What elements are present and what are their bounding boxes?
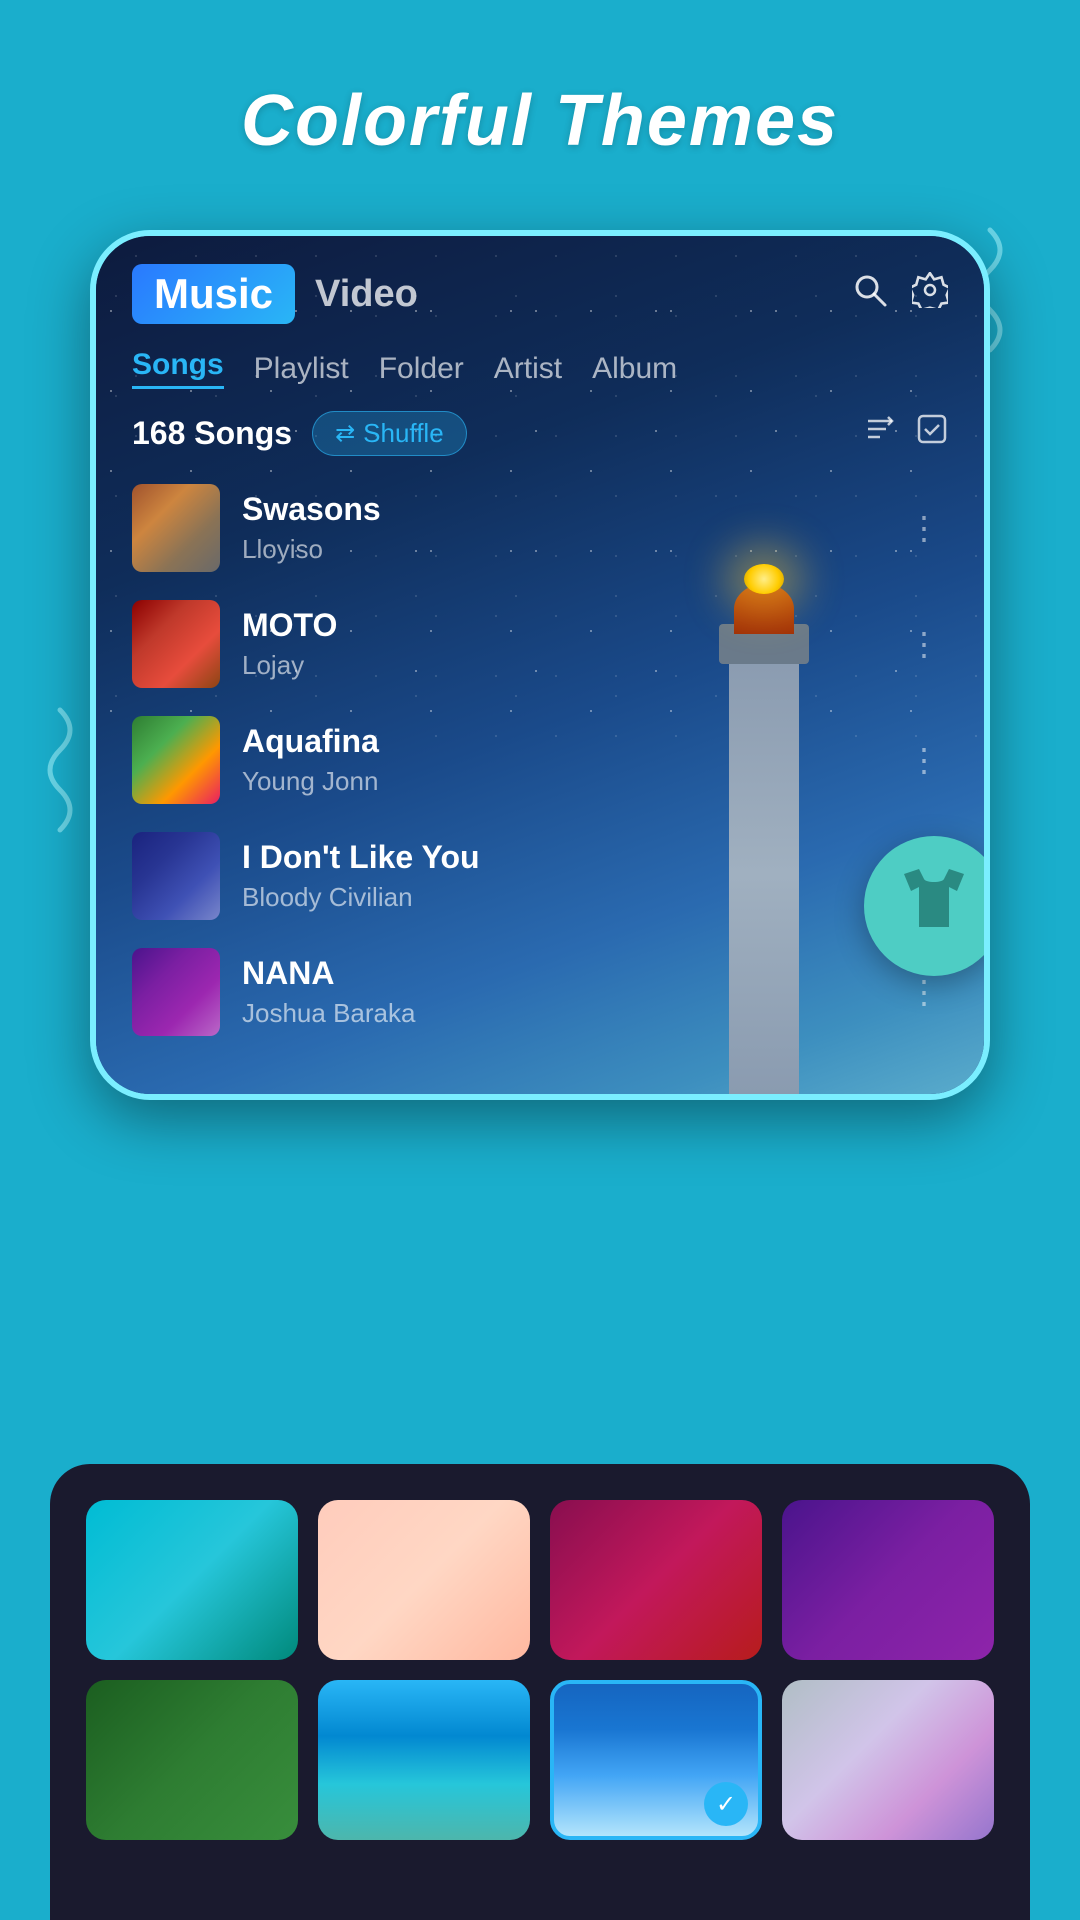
song-thumbnail [132,484,220,572]
shuffle-button[interactable]: ⇄ Shuffle [312,411,467,456]
song-artist: Lloyiso [242,534,900,565]
theme-swatch-green[interactable] [86,1680,298,1840]
search-icon[interactable] [852,272,888,317]
sub-tab-album[interactable]: Album [592,352,677,386]
sub-tabs: Songs Playlist Folder Artist Album [96,340,984,397]
song-title: MOTO [242,607,900,644]
song-title: I Don't Like You [242,839,900,876]
song-artist: Joshua Baraka [242,998,900,1029]
songs-count-row: 168 Songs ⇄ Shuffle [96,397,984,470]
song-item[interactable]: Aquafina Young Jonn ⋮ [116,702,964,818]
more-options-icon[interactable]: ⋮ [900,733,948,787]
song-title: Swasons [242,491,900,528]
song-item[interactable]: I Don't Like You Bloody Civilian ⋮ [116,818,964,934]
sort-icon[interactable] [864,413,896,454]
theme-swatch-teal[interactable] [86,1500,298,1660]
theme-swatch-peach[interactable] [318,1500,530,1660]
theme-selected-check: ✓ [704,1782,748,1826]
song-thumbnail [132,832,220,920]
more-options-icon[interactable]: ⋮ [900,501,948,555]
page-title: Colorful Themes [0,0,1080,202]
more-options-icon[interactable]: ⋮ [900,617,948,671]
phone-mockup: Music Video Songs [90,230,990,1100]
theme-swatch-lighthouse[interactable]: ✓ [550,1680,762,1840]
settings-icon[interactable] [912,272,948,317]
song-list: Swasons Lloyiso ⋮ MOTO Lojay ⋮ Aquafina [96,470,984,1050]
song-info: NANA Joshua Baraka [242,955,900,1029]
song-info: Aquafina Young Jonn [242,723,900,797]
song-item[interactable]: NANA Joshua Baraka ⋮ [116,934,964,1050]
song-artist: Young Jonn [242,766,900,797]
song-title: Aquafina [242,723,900,760]
song-thumbnail [132,716,220,804]
sub-tab-folder[interactable]: Folder [379,352,464,386]
sub-tab-artist[interactable]: Artist [494,352,562,386]
theme-panel: ✓ [50,1464,1030,1920]
song-info: Swasons Lloyiso [242,491,900,565]
song-thumbnail [132,948,220,1036]
tab-music[interactable]: Music [132,264,295,324]
nav-tabs: Music Video [132,264,418,324]
theme-grid: ✓ [86,1500,994,1840]
sort-icons [864,413,948,454]
songs-count: 168 Songs [132,415,292,452]
tab-video[interactable]: Video [315,273,418,316]
select-icon[interactable] [916,413,948,454]
sub-tab-songs[interactable]: Songs [132,348,224,389]
song-info: I Don't Like You Bloody Civilian [242,839,900,913]
song-item[interactable]: MOTO Lojay ⋮ [116,586,964,702]
song-artist: Bloody Civilian [242,882,900,913]
decorative-squiggle-left [30,700,90,853]
theme-swatch-beach[interactable] [318,1680,530,1840]
theme-swatch-purple[interactable] [782,1500,994,1660]
song-info: MOTO Lojay [242,607,900,681]
song-artist: Lojay [242,650,900,681]
nav-icons [852,272,948,317]
song-title: NANA [242,955,900,992]
top-nav: Music Video [96,236,984,340]
theme-swatch-crimson[interactable] [550,1500,762,1660]
sub-tab-playlist[interactable]: Playlist [254,352,349,386]
app-content: Music Video Songs [96,236,984,1094]
shuffle-icon: ⇄ [335,419,355,448]
theme-swatch-lavender[interactable] [782,1680,994,1840]
tshirt-icon [899,869,969,944]
song-item[interactable]: Swasons Lloyiso ⋮ [116,470,964,586]
song-thumbnail [132,600,220,688]
